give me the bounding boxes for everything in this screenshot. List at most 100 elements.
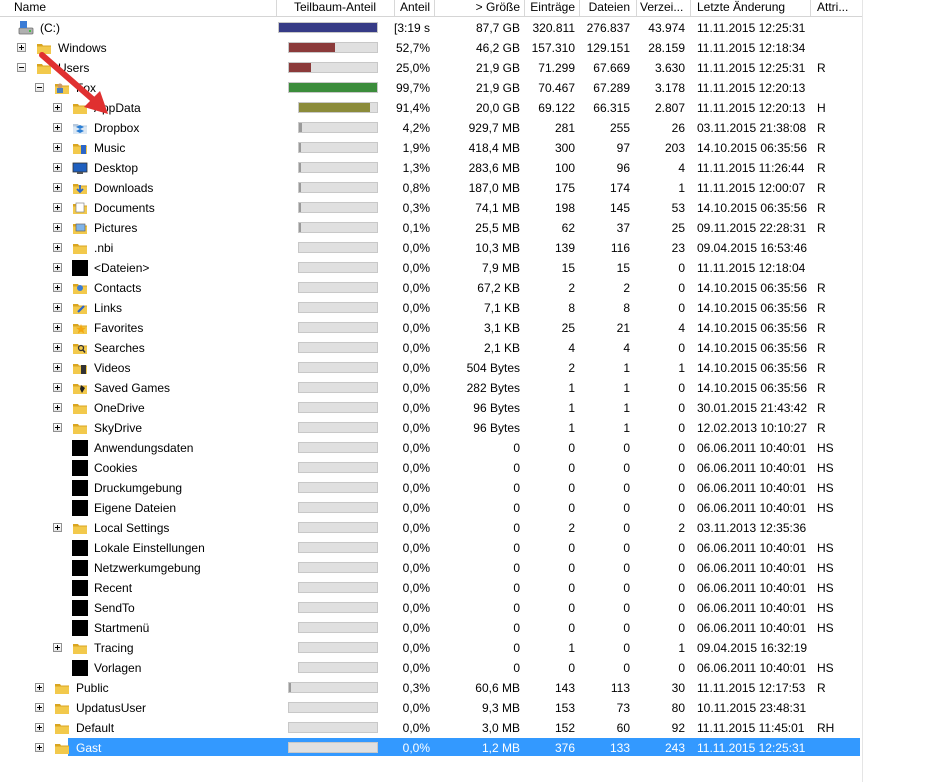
dirs-value: 0 — [678, 621, 685, 635]
tree-row[interactable]: Pictures 0,1% 25,5 MB 62 37 25 09.11.2015 22:2… — [0, 218, 862, 238]
tree-row[interactable]: Recent 0,0% 0 0 0 0 06.06.2011 10:40:01 HS — [0, 578, 862, 598]
col-attr-header[interactable]: Attri... — [817, 0, 859, 16]
junction-icon — [72, 480, 88, 496]
tree-row[interactable]: Public 0,3% 60,6 MB 143 113 30 11.11.2015 12:1… — [0, 678, 862, 698]
junction-icon — [72, 500, 88, 516]
expand-icon[interactable] — [53, 383, 62, 392]
modified-value: 06.06.2011 10:40:01 — [697, 461, 807, 475]
tree-row[interactable]: Eigene Dateien 0,0% 0 0 0 0 06.06.2011 10:40:0… — [0, 498, 862, 518]
col-share-bar-header[interactable]: Teilbaum-Anteil — [276, 0, 394, 16]
tree-row[interactable]: Gast 0,0% 1,2 MB 376 133 243 11.11.2015 12:25:… — [0, 738, 862, 758]
expand-icon[interactable] — [53, 103, 62, 112]
column-divider[interactable] — [690, 0, 691, 16]
expand-icon[interactable] — [35, 703, 44, 712]
tree-row[interactable]: Saved Games 0,0% 282 Bytes 1 1 0 14.10.2015 06… — [0, 378, 862, 398]
tree-row[interactable]: Searches 0,0% 2,1 KB 4 4 0 14.10.2015 06:35:56… — [0, 338, 862, 358]
tree-row[interactable]: OneDrive 0,0% 96 Bytes 1 1 0 30.01.2015 21:43:… — [0, 398, 862, 418]
expand-icon[interactable] — [53, 163, 62, 172]
attr-value: RH — [817, 721, 835, 735]
attr-value: R — [817, 381, 826, 395]
expand-icon[interactable] — [53, 363, 62, 372]
tree-row[interactable]: Windows 52,7% 46,2 GB 157.310 129.151 28.159 1… — [0, 38, 862, 58]
tree-row[interactable]: Tracing 0,0% 0 1 0 1 09.04.2015 16:32:19 — [0, 638, 862, 658]
tree-row[interactable]: AppData 91,4% 20,0 GB 69.122 66.315 2.807 11.1… — [0, 98, 862, 118]
tree-row[interactable]: Fox 99,7% 21,9 GB 70.467 67.289 3.178 11.11.20… — [0, 78, 862, 98]
expand-icon[interactable] — [35, 723, 44, 732]
tree-row[interactable]: <Dateien> 0,0% 7,9 MB 15 15 0 11.11.2015 12:18… — [0, 258, 862, 278]
entries-value: 281 — [554, 121, 575, 135]
expand-icon[interactable] — [53, 643, 62, 652]
tree-row[interactable]: Default 0,0% 3,0 MB 152 60 92 11.11.2015 11:45… — [0, 718, 862, 738]
tree-row[interactable]: Downloads 0,8% 187,0 MB 175 174 1 11.11.2015 1… — [0, 178, 862, 198]
share-value: 0,0% — [402, 301, 430, 315]
entries-value: 320.811 — [532, 21, 576, 35]
collapse-icon[interactable] — [35, 83, 44, 92]
files-value: 96 — [616, 161, 630, 175]
expand-icon[interactable] — [53, 183, 62, 192]
expand-icon[interactable] — [53, 303, 62, 312]
collapse-icon[interactable] — [17, 63, 26, 72]
tree-row[interactable]: SendTo 0,0% 0 0 0 0 06.06.2011 10:40:01 HS — [0, 598, 862, 618]
expand-icon[interactable] — [53, 143, 62, 152]
expand-icon[interactable] — [35, 743, 44, 752]
expand-icon[interactable] — [53, 423, 62, 432]
tree-row[interactable]: Desktop 1,3% 283,6 MB 100 96 4 11.11.2015 11:2… — [0, 158, 862, 178]
item-name: Links — [94, 301, 123, 315]
expand-icon[interactable] — [53, 403, 62, 412]
expand-icon[interactable] — [53, 343, 62, 352]
col-dirs-header[interactable]: Verzei... — [640, 0, 687, 16]
expand-icon[interactable] — [53, 523, 62, 532]
expand-icon[interactable] — [53, 223, 62, 232]
expand-icon[interactable] — [53, 243, 62, 252]
tree-row[interactable]: Cookies 0,0% 0 0 0 0 06.06.2011 10:40:01 HS — [0, 458, 862, 478]
expand-icon[interactable] — [53, 263, 62, 272]
tree-row[interactable]: Videos 0,0% 504 Bytes 2 1 1 14.10.2015 06:35:5… — [0, 358, 862, 378]
junction-icon — [72, 580, 88, 596]
subtree-share-bar — [288, 42, 378, 53]
tree-row[interactable]: Local Settings 0,0% 0 2 0 2 03.11.2013 12:35:3… — [0, 518, 862, 538]
tree-row[interactable]: .nbi 0,0% 10,3 MB 139 116 23 09.04.2015 16:53:… — [0, 238, 862, 258]
tree-row[interactable]: Anwendungsdaten 0,0% 0 0 0 0 06.06.2011 10:40:… — [0, 438, 862, 458]
column-divider[interactable] — [636, 0, 637, 16]
tree-row[interactable]: Music 1,9% 418,4 MB 300 97 203 14.10.2015 06:3… — [0, 138, 862, 158]
subtree-share-bar — [298, 162, 378, 173]
entries-value: 0 — [568, 481, 575, 495]
favorites-icon — [72, 320, 88, 336]
files-value: 0 — [623, 441, 630, 455]
files-value: 0 — [623, 581, 630, 595]
col-name-header[interactable]: Name — [14, 0, 274, 16]
col-files-header[interactable]: Dateien — [579, 0, 630, 16]
expand-icon[interactable] — [53, 323, 62, 332]
col-modified-header[interactable]: Letzte Änderung — [697, 0, 807, 16]
col-share-header[interactable]: Anteil — [394, 0, 430, 16]
tree-row[interactable]: Druckumgebung 0,0% 0 0 0 0 06.06.2011 10:40:01… — [0, 478, 862, 498]
folder-icon — [72, 240, 88, 256]
expand-icon[interactable] — [53, 203, 62, 212]
attr-value — [817, 638, 857, 658]
tree-row[interactable]: Documents 0,3% 74,1 MB 198 145 53 14.10.2015 0… — [0, 198, 862, 218]
tree-row[interactable]: Links 0,0% 7,1 KB 8 8 0 14.10.2015 06:35:56 R — [0, 298, 862, 318]
tree-row[interactable]: Dropbox 4,2% 929,7 MB 281 255 26 03.11.2015 21… — [0, 118, 862, 138]
tree-row[interactable]: (C:) [3:19 s] 87,7 GB 320.811 276.837 43.974 1… — [0, 18, 862, 38]
tree-row[interactable]: Netzwerkumgebung 0,0% 0 0 0 0 06.06.2011 10:40… — [0, 558, 862, 578]
tree-row[interactable]: Contacts 0,0% 67,2 KB 2 2 0 14.10.2015 06:35:5… — [0, 278, 862, 298]
folder-size-tree[interactable]: Name Teilbaum-Anteil Anteil > Größe Eint… — [0, 0, 942, 782]
modified-value: 12.02.2013 10:10:27 — [697, 421, 807, 435]
share-value: 0,0% — [402, 241, 430, 255]
tree-row[interactable]: Lokale Einstellungen 0,0% 0 0 0 0 06.06.2011 1… — [0, 538, 862, 558]
expand-icon[interactable] — [53, 283, 62, 292]
tree-row[interactable]: Users 25,0% 21,9 GB 71.299 67.669 3.630 11.11.… — [0, 58, 862, 78]
tree-row[interactable]: Favorites 0,0% 3,1 KB 25 21 4 14.10.2015 06:35… — [0, 318, 862, 338]
col-size-header[interactable]: > Größe — [434, 0, 520, 16]
tree-row[interactable]: Vorlagen 0,0% 0 0 0 0 06.06.2011 10:40:01 HS — [0, 658, 862, 678]
column-divider[interactable] — [810, 0, 811, 16]
expand-icon[interactable] — [35, 683, 44, 692]
tree-row[interactable]: SkyDrive 0,0% 96 Bytes 1 1 0 12.02.2013 10:10:… — [0, 418, 862, 438]
modified-value: 14.10.2015 06:35:56 — [697, 321, 807, 335]
expand-icon[interactable] — [17, 43, 26, 52]
col-entries-header[interactable]: Einträge — [524, 0, 575, 16]
expand-icon[interactable] — [53, 123, 62, 132]
tree-row[interactable]: Startmenü 0,0% 0 0 0 0 06.06.2011 10:40:01 HS — [0, 618, 862, 638]
entries-value: 376 — [554, 741, 575, 755]
tree-row[interactable]: UpdatusUser 0,0% 9,3 MB 153 73 80 10.11.2015 2… — [0, 698, 862, 718]
